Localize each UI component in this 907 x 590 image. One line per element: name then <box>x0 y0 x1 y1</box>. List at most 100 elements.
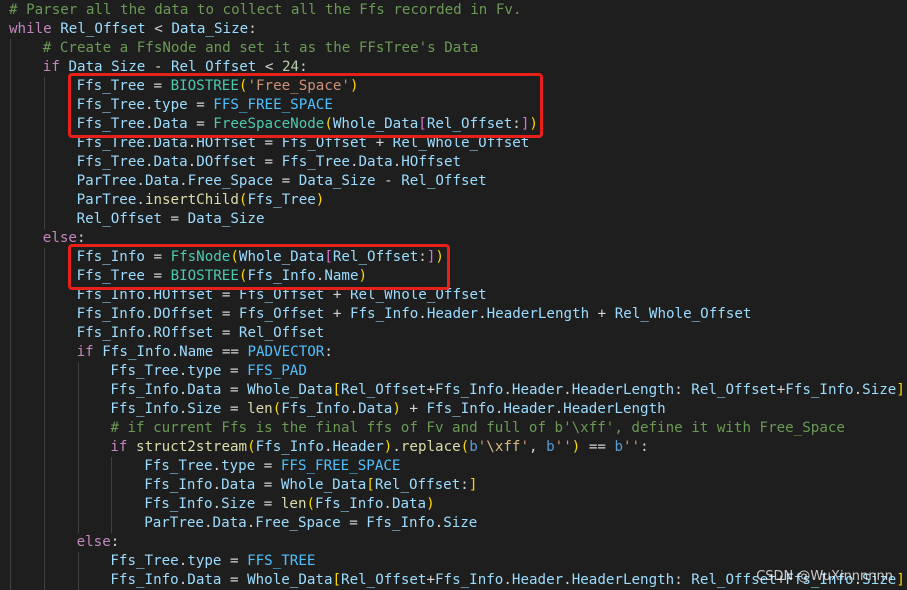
code-token: ' <box>520 439 530 455</box>
code-token: [ <box>332 382 342 398</box>
code-token: Header <box>332 439 384 455</box>
code-token: Ffs_Info <box>76 306 145 322</box>
code-token: . <box>179 173 188 189</box>
code-token: + <box>776 382 786 398</box>
code-token: Ffs_Tree <box>76 78 145 94</box>
code-line[interactable]: Ffs_Tree.type = FFS_FREE_SPACE <box>144 457 400 476</box>
code-line[interactable]: Ffs_Info.Size = len(Ffs_Info.Data) <box>144 495 434 514</box>
code-token: Ffs_Info <box>110 572 179 588</box>
code-line[interactable]: Ffs_Info. DOffset = Ffs_Offset + Ffs_Info… <box>77 305 752 324</box>
code-token: Ffs_Info <box>247 268 316 284</box>
code-line[interactable]: Ffs_Info.Data = Whole_Data[Rel_Offset+Ff… <box>110 381 904 400</box>
code-token: Header <box>426 306 479 322</box>
code-token: + <box>426 572 436 588</box>
code-token: = <box>221 401 248 417</box>
code-token: . <box>563 382 572 398</box>
code-line[interactable]: Ffs_Tree = BIOSTREE('Free_Space') <box>77 77 359 96</box>
code-line[interactable]: Ffs_Info = FfsNode(Whole_Data[Rel_Offset… <box>77 248 444 267</box>
code-line[interactable]: Ffs_Info.Size = len(Ffs_Info.Data) + Ffs… <box>110 400 665 419</box>
code-line[interactable]: Ffs_Tree = BIOSTREE(Ffs_Info.Name) <box>77 267 367 286</box>
code-token: Ffs_Info <box>435 382 504 398</box>
code-token: + <box>426 382 436 398</box>
code-token: Name <box>324 268 359 284</box>
code-line[interactable]: Ffs_Tree.Data.DOffset = Ffs_Tree.Data.HO… <box>77 153 461 172</box>
code-token: len <box>247 401 273 417</box>
code-token: Rel_Offset <box>341 572 427 588</box>
code-line[interactable]: if Ffs_Info.Name == PADVECTOR: <box>77 343 333 362</box>
code-token: Ffs_Info <box>76 325 145 341</box>
code-line[interactable]: # if current Ffs is the final ffs of Fv … <box>110 419 845 438</box>
code-token: . <box>178 401 188 417</box>
code-line[interactable]: else: <box>77 533 120 552</box>
code-line[interactable]: if Data_Size - Rel_Offset < 24: <box>43 58 308 77</box>
code-token: . <box>383 496 392 512</box>
code-token: . <box>203 515 213 531</box>
code-token: ( <box>247 439 256 455</box>
code-token: . <box>212 458 222 474</box>
code-line[interactable]: Ffs_Tree.type = FFS_TREE <box>110 552 315 571</box>
code-token: Ffs_Tree <box>110 363 179 379</box>
indent-guide <box>77 362 79 533</box>
code-token: Data <box>153 116 188 132</box>
code-token: b <box>546 439 555 455</box>
code-token: ) <box>529 116 538 132</box>
code-token: = <box>221 553 248 569</box>
code-token: FFS_PAD <box>247 363 307 379</box>
code-line[interactable]: # Parser all the data to collect all the… <box>9 1 522 20</box>
code-line[interactable]: Ffs_Tree.type = FFS_PAD <box>110 362 306 381</box>
code-token: Ffs_Info <box>255 439 324 455</box>
code-token: < <box>145 21 172 37</box>
code-line[interactable]: Rel_Offset = Data_Size <box>77 210 265 229</box>
code-line[interactable]: ParTree.Data.Free_Space = Data_Size - Re… <box>77 172 487 191</box>
code-line[interactable]: if struct2stream(Ffs_Info.Header).replac… <box>110 438 648 457</box>
code-token: PADVECTOR <box>247 344 325 360</box>
code-token: + <box>400 401 427 417</box>
indent-guide <box>10 39 11 590</box>
code-token: Ffs_Info <box>76 287 145 303</box>
code-line[interactable]: Ffs_Tree.type = FFS_FREE_SPACE <box>77 96 333 115</box>
code-token: . <box>554 401 564 417</box>
code-line[interactable]: Ffs_Tree.Data = FreeSpaceNode(Whole_Data… <box>77 115 538 134</box>
code-editor[interactable]: # Parser all the data to collect all the… <box>0 0 907 590</box>
code-token: = <box>187 116 214 132</box>
code-token: Free_Space <box>187 173 274 189</box>
code-token: type <box>221 458 256 474</box>
code-token: # Create a FfsNode and set it as the FFs… <box>42 40 479 56</box>
code-token: . <box>563 572 572 588</box>
code-token: Rel_Offset <box>170 59 257 75</box>
code-token: = <box>213 306 239 322</box>
code-line[interactable]: Ffs_Tree.Data.HOffset = Ffs_Offset + Rel… <box>77 134 530 153</box>
code-token: Rel_Whole_Offset <box>392 135 530 151</box>
code-token: : <box>418 249 427 265</box>
code-line[interactable]: else: <box>43 229 86 248</box>
code-line[interactable]: Ffs_Info.HOffset = Ffs_Offset + Rel_Whol… <box>77 286 487 305</box>
code-token: ' <box>477 439 487 455</box>
code-token: Rel_Offset <box>426 116 513 132</box>
code-token: Data <box>221 477 256 493</box>
code-token: FFS_TREE <box>247 553 316 569</box>
code-token: ) <box>571 439 581 455</box>
code-token: # Parser all the data to collect all the… <box>9 2 522 18</box>
code-token: Size <box>221 496 256 512</box>
code-line[interactable]: Ffs_Info.ROffset = Rel_Offset <box>77 324 325 343</box>
code-token: = <box>256 135 282 151</box>
code-token: [ <box>324 249 333 265</box>
code-line[interactable]: ParTree.insertChild(Ffs_Tree) <box>77 191 325 210</box>
code-line[interactable]: # Create a FfsNode and set it as the FFs… <box>43 39 479 58</box>
code-line[interactable]: ParTree.Data.Free_Space = Ffs_Info.Size <box>144 514 477 533</box>
code-token: HeaderLength <box>571 572 675 588</box>
code-token: Data_Size <box>171 21 249 37</box>
code-token: if <box>76 344 94 360</box>
code-token: Size <box>862 382 897 398</box>
code-token: Size <box>443 515 478 531</box>
code-line[interactable]: Ffs_Info.Data = Whole_Data[Rel_Offset:] <box>144 476 477 495</box>
code-token: Rel_Offset <box>238 325 325 341</box>
code-line[interactable]: while Rel_Offset < Data_Size: <box>9 20 257 39</box>
code-token: . <box>349 401 359 417</box>
code-token: Ffs_Tree <box>76 116 145 132</box>
code-token: : <box>299 59 308 75</box>
code-token: Ffs_Info <box>144 477 213 493</box>
code-token: HeaderLength <box>571 382 675 398</box>
code-token: insertChild <box>144 192 239 208</box>
